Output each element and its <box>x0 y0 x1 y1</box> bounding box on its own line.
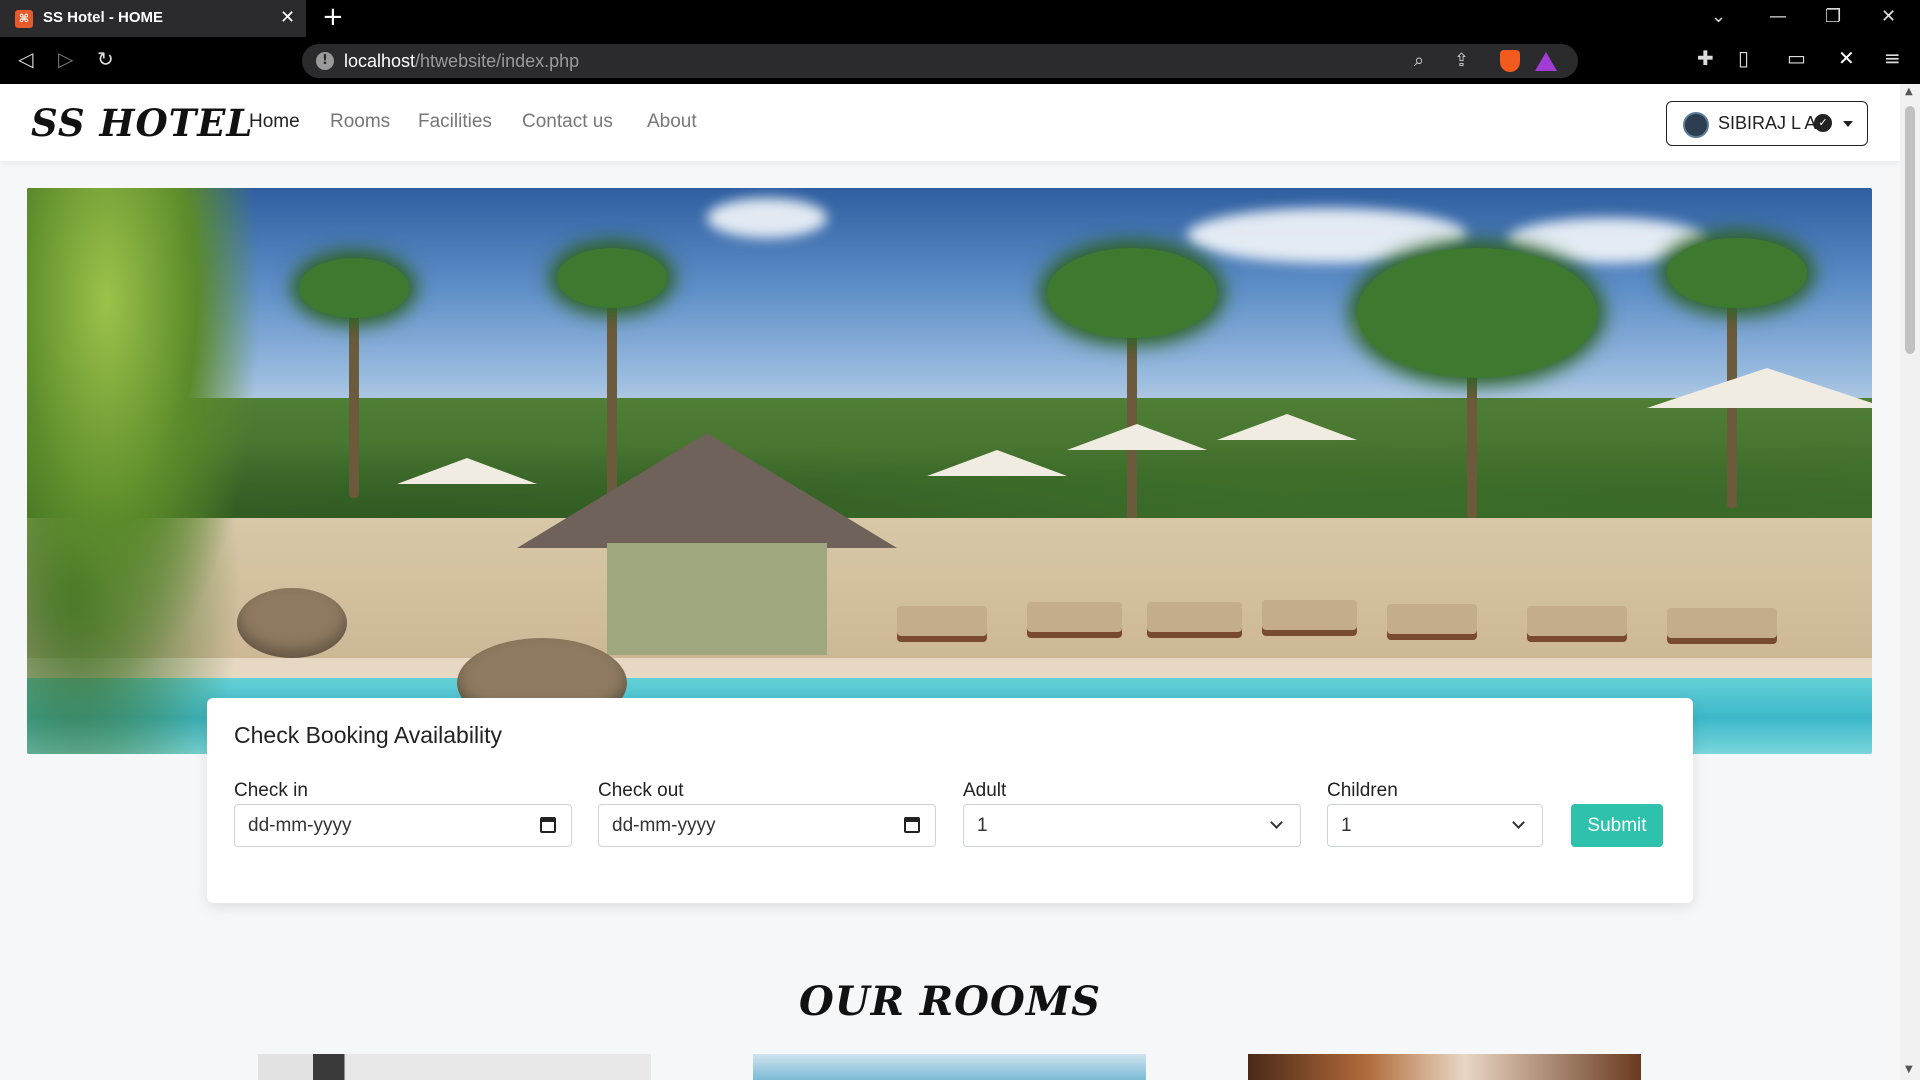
browser-tab-active[interactable]: ⌘ SS Hotel - HOME ✕ <box>0 0 306 37</box>
verified-badge-icon: ✓ <box>1814 114 1832 132</box>
reload-icon[interactable]: ↻ <box>97 47 114 71</box>
site-brand-logo[interactable]: SS HOTEL <box>31 101 253 145</box>
check-out-placeholder: dd-mm-yyyy <box>612 815 716 836</box>
scroll-down-icon[interactable]: ▼ <box>1905 1064 1913 1075</box>
close-tab-icon[interactable]: ✕ <box>280 7 295 28</box>
nav-contact-link[interactable]: Contact us <box>522 111 613 133</box>
scroll-up-icon[interactable]: ▲ <box>1905 86 1913 97</box>
nav-facilities-link[interactable]: Facilities <box>418 111 492 133</box>
site-info-icon[interactable]: ! <box>316 52 334 70</box>
chevron-down-icon <box>1512 816 1525 829</box>
children-selected-value: 1 <box>1341 815 1352 836</box>
sidebar-icon[interactable]: ▯ <box>1738 46 1749 70</box>
new-tab-icon[interactable]: + <box>322 2 344 32</box>
brave-rewards-icon[interactable] <box>1535 52 1557 71</box>
nav-home-link[interactable]: Home <box>249 111 300 133</box>
forward-icon[interactable]: ▷ <box>58 47 73 71</box>
nav-rooms-link[interactable]: Rooms <box>330 111 390 133</box>
zoom-icon[interactable]: ⌕ <box>1414 50 1424 71</box>
menu-icon[interactable]: ≡ <box>1884 46 1901 70</box>
address-bar[interactable]: ! localhost/htwebsite/index.php ⌕ ⇪ <box>302 44 1578 78</box>
check-out-label: Check out <box>598 780 684 801</box>
check-out-date-input[interactable]: dd-mm-yyyy <box>598 804 936 847</box>
restore-icon[interactable]: ❐ <box>1825 6 1841 27</box>
nav-about-link[interactable]: About <box>647 111 697 133</box>
chevron-down-icon <box>1270 816 1283 829</box>
minimize-icon[interactable]: — <box>1769 6 1787 27</box>
scrollbar-thumb[interactable] <box>1905 106 1915 354</box>
calendar-icon[interactable] <box>540 817 556 833</box>
our-rooms-heading: OUR ROOMS <box>799 978 1101 1025</box>
room-card-image[interactable] <box>1248 1054 1641 1080</box>
room-card-image[interactable] <box>258 1054 651 1080</box>
hero-resort-pool-image <box>27 188 1872 754</box>
check-in-date-input[interactable]: dd-mm-yyyy <box>234 804 572 847</box>
brave-shield-icon[interactable] <box>1500 50 1520 72</box>
children-label: Children <box>1327 780 1398 801</box>
avatar <box>1683 112 1709 138</box>
user-dropdown-button[interactable]: SIBIRAJ L A ✓ <box>1666 101 1868 146</box>
page-scrollbar[interactable]: ▲ ▼ <box>1900 84 1920 1080</box>
check-in-label: Check in <box>234 780 308 801</box>
adult-selected-value: 1 <box>977 815 988 836</box>
tab-search-chevron-icon[interactable]: ⌄ <box>1711 6 1726 27</box>
tab-title: SS Hotel - HOME <box>43 9 164 26</box>
booking-availability-card: Check Booking Availability Check in dd-m… <box>207 698 1693 903</box>
calendar-icon[interactable] <box>904 817 920 833</box>
site-navbar: SS HOTEL Home Rooms Facilities Contact u… <box>0 84 1900 161</box>
extensions-icon[interactable]: ✚ <box>1697 46 1714 70</box>
adult-label: Adult <box>963 780 1007 801</box>
web-page: SS HOTEL Home Rooms Facilities Contact u… <box>0 84 1900 1080</box>
x-extension-icon[interactable]: ✕ <box>1838 46 1855 70</box>
check-in-placeholder: dd-mm-yyyy <box>248 815 352 836</box>
browser-tab-bar: ⌘ SS Hotel - HOME ✕ + ⌄ — ❐ ✕ <box>0 0 1920 37</box>
adult-select[interactable]: 1 <box>963 804 1301 847</box>
caret-down-icon <box>1843 121 1853 127</box>
room-card-image[interactable] <box>753 1054 1146 1080</box>
booking-card-title: Check Booking Availability <box>234 722 503 748</box>
close-window-icon[interactable]: ✕ <box>1881 6 1896 27</box>
wallet-icon[interactable]: ▭ <box>1787 46 1806 70</box>
xampp-favicon-icon: ⌘ <box>15 10 33 28</box>
submit-button[interactable]: Submit <box>1571 804 1663 847</box>
url-text[interactable]: localhost/htwebsite/index.php <box>344 51 579 72</box>
back-icon[interactable]: ◁ <box>18 47 33 71</box>
children-select[interactable]: 1 <box>1327 804 1543 847</box>
user-name: SIBIRAJ L A <box>1718 113 1817 133</box>
browser-toolbar: ◁ ▷ ↻ ! localhost/htwebsite/index.php ⌕ … <box>0 37 1920 84</box>
share-icon[interactable]: ⇪ <box>1454 50 1469 71</box>
